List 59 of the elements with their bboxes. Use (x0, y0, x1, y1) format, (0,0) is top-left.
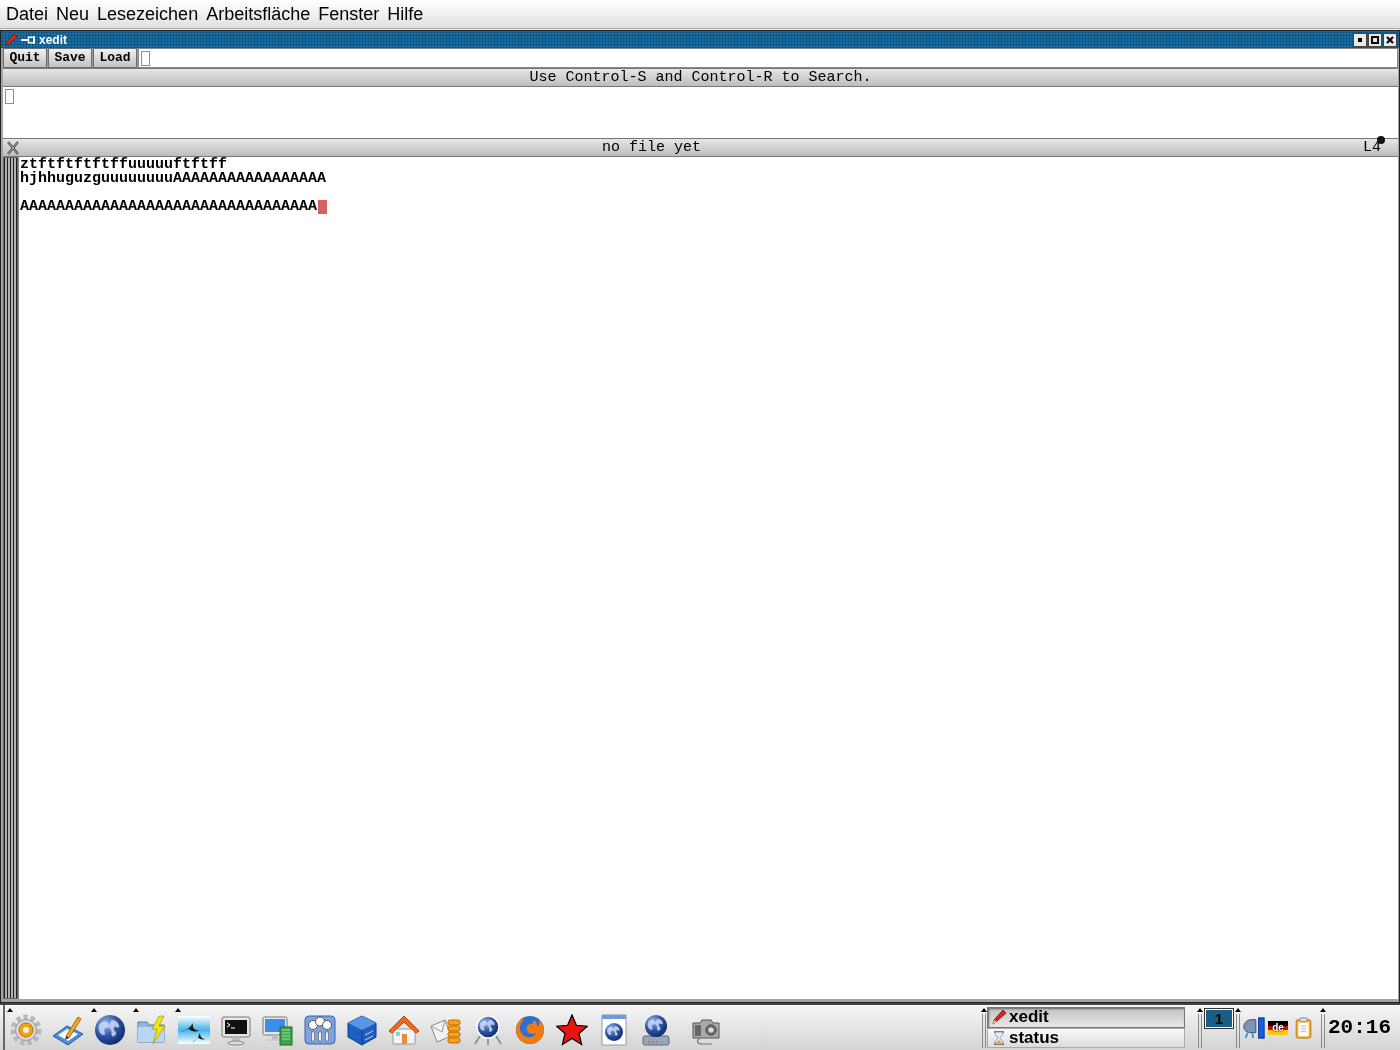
menu-arrow-icon (133, 1007, 139, 1012)
document-globe-icon[interactable] (598, 1013, 630, 1046)
maximize-button[interactable] (1368, 32, 1382, 47)
menu-arrow-icon (91, 1007, 97, 1012)
clipboard-icon (1295, 1016, 1312, 1039)
globe-stand-icon[interactable] (472, 1013, 504, 1046)
gear-icon[interactable] (10, 1013, 42, 1046)
message-bar: Use Control-S and Control-R to Search. (3, 68, 1398, 87)
cursor-icon (141, 50, 150, 66)
pencil-icon (5, 33, 18, 46)
file-name: no file yet (601, 139, 701, 156)
gauges-panel-icon[interactable] (304, 1013, 336, 1046)
grip-handle[interactable] (981, 1007, 987, 1048)
pencil-icon (991, 1009, 1007, 1026)
grip-handle[interactable] (1197, 1007, 1203, 1048)
menu-arrow-icon (175, 1007, 181, 1012)
folder-lightning-icon[interactable] (136, 1013, 168, 1046)
monitor-card-icon[interactable] (262, 1013, 294, 1046)
text-line: ztftftftftffuuuuuftftff (20, 158, 228, 172)
hourglass-icon (991, 1029, 1007, 1046)
text-cursor (318, 200, 327, 214)
filename-field[interactable] (138, 48, 1398, 68)
minimize-icon (1358, 37, 1362, 42)
x-icon (6, 140, 20, 155)
text-line: AAAAAAAAAAAAAAAAAAAAAAAAAAAAAAAAA (20, 200, 318, 214)
grip-handle[interactable] (1235, 1007, 1241, 1048)
home-icon[interactable] (388, 1013, 420, 1046)
menu-item[interactable]: Arbeitsfläche (202, 3, 315, 25)
task-button[interactable]: xedit (987, 1007, 1185, 1028)
star-icon[interactable] (556, 1013, 588, 1046)
menu-item[interactable]: Neu (52, 3, 94, 25)
minimize-button[interactable] (1353, 32, 1367, 47)
toolbar-button[interactable]: Load (93, 48, 137, 68)
task-button[interactable]: status (987, 1027, 1185, 1048)
menu-item[interactable]: Fenster (314, 3, 384, 25)
close-icon (1386, 35, 1394, 44)
maximize-icon (1371, 35, 1379, 44)
cursor-icon (5, 89, 14, 104)
terminal-icon[interactable] (220, 1013, 252, 1046)
menu-item[interactable]: Lesezeichen (93, 3, 203, 25)
swirl-globe-icon[interactable] (514, 1013, 546, 1046)
seagulls-icon[interactable] (178, 1013, 210, 1046)
scrollbar[interactable] (3, 157, 18, 999)
cabinet-icon[interactable] (346, 1013, 378, 1046)
globe-icon[interactable] (94, 1013, 126, 1046)
pin-icon (21, 35, 36, 44)
text-line: hjhhuguzguuuuuuuuAAAAAAAAAAAAAAAAA (20, 172, 327, 186)
menu-item[interactable]: Hilfe (383, 3, 428, 25)
toolbar-button[interactable]: Save (48, 48, 92, 68)
line-number: L4 (1363, 139, 1381, 156)
network-plug-icon (1242, 1015, 1266, 1040)
clock: 20:16 (1328, 1014, 1391, 1041)
close-button[interactable] (1383, 32, 1397, 47)
menu-item[interactable]: Datei (2, 3, 53, 25)
window-title: xedit (39, 32, 67, 47)
menu-arrow-icon (7, 1007, 13, 1012)
grip-handle[interactable] (1320, 1007, 1326, 1048)
toolbar-button[interactable]: Quit (3, 48, 47, 68)
globe-drive-icon[interactable] (640, 1013, 672, 1046)
